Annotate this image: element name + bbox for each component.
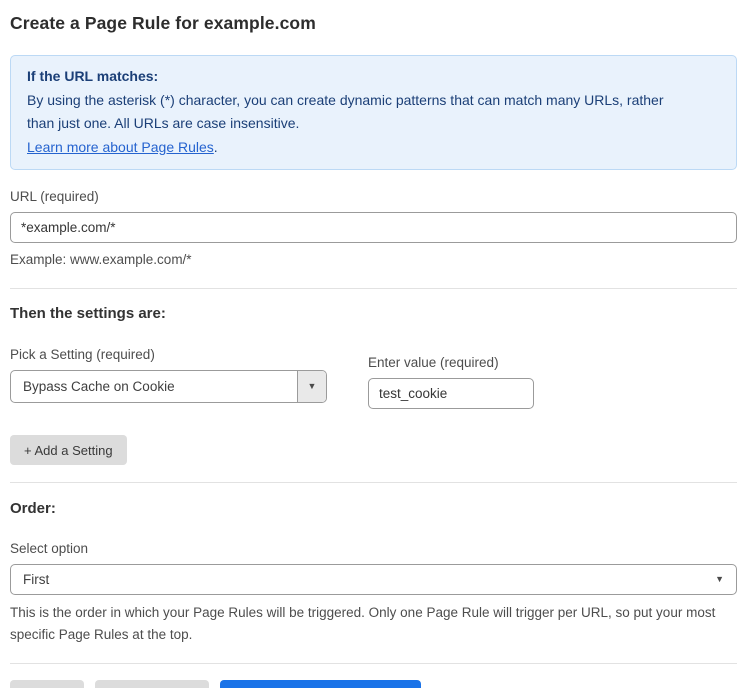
order-section-heading: Order: bbox=[10, 500, 737, 517]
order-select[interactable]: First ▼ bbox=[10, 564, 737, 595]
enter-value-label: Enter value (required) bbox=[368, 355, 534, 370]
url-example-helper: Example: www.example.com/* bbox=[10, 249, 737, 271]
setting-dropdown[interactable]: Bypass Cache on Cookie ▼ bbox=[10, 370, 327, 403]
settings-section-heading: Then the settings are: bbox=[10, 305, 737, 322]
order-helper-text: This is the order in which your Page Rul… bbox=[10, 602, 730, 646]
divider-3 bbox=[10, 663, 737, 664]
url-input[interactable] bbox=[10, 212, 737, 243]
order-select-value: First bbox=[23, 572, 49, 587]
divider-1 bbox=[10, 288, 737, 289]
setting-dropdown-arrow-button[interactable]: ▼ bbox=[297, 371, 326, 402]
save-deploy-button[interactable]: Save and Deploy Page Rule bbox=[220, 680, 422, 688]
chevron-down-icon: ▼ bbox=[715, 575, 724, 584]
divider-2 bbox=[10, 482, 737, 483]
cancel-button[interactable]: Cancel bbox=[10, 680, 84, 688]
setting-value-input[interactable] bbox=[368, 378, 534, 409]
url-field-label: URL (required) bbox=[10, 189, 737, 204]
create-page-rule-form: Create a Page Rule for example.com If th… bbox=[0, 0, 750, 688]
learn-more-link[interactable]: Learn more about Page Rules bbox=[27, 139, 214, 155]
url-match-info-box: If the URL matches: By using the asteris… bbox=[10, 55, 737, 170]
add-setting-button[interactable]: + Add a Setting bbox=[10, 435, 127, 465]
chevron-down-icon: ▼ bbox=[308, 382, 317, 391]
info-box-body: By using the asterisk (*) character, you… bbox=[27, 89, 687, 136]
info-box-heading: If the URL matches: bbox=[27, 65, 720, 89]
info-box-link-line: Learn more about Page Rules. bbox=[27, 136, 720, 160]
form-actions: Cancel Save as Draft Save and Deploy Pag… bbox=[10, 680, 737, 688]
save-draft-button[interactable]: Save as Draft bbox=[95, 680, 209, 688]
pick-setting-column: Pick a Setting (required) Bypass Cache o… bbox=[10, 347, 327, 403]
setting-dropdown-value: Bypass Cache on Cookie bbox=[11, 371, 297, 402]
select-option-label: Select option bbox=[10, 541, 737, 556]
link-suffix: . bbox=[214, 139, 218, 155]
pick-setting-label: Pick a Setting (required) bbox=[10, 347, 327, 362]
page-title: Create a Page Rule for example.com bbox=[10, 13, 737, 34]
enter-value-column: Enter value (required) bbox=[368, 355, 534, 409]
